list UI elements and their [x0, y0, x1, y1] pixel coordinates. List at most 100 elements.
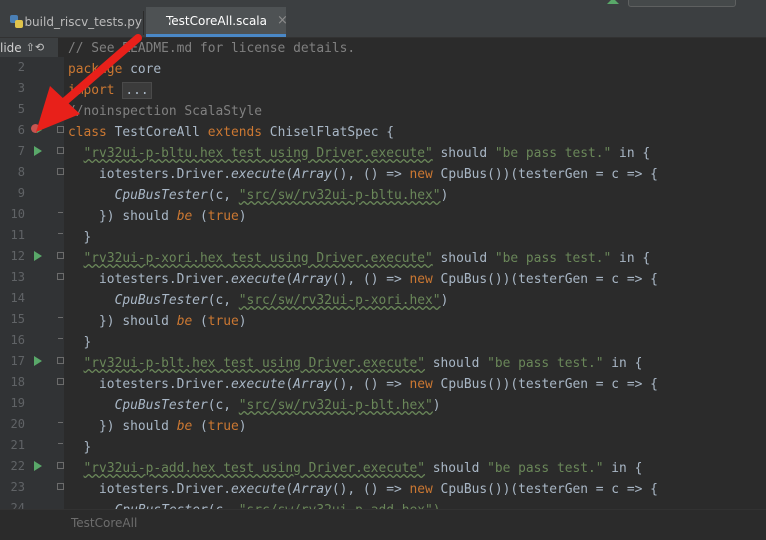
- code-token: (: [285, 377, 294, 392]
- code-text: ChiselFlatSpec {: [262, 125, 394, 140]
- code-line-1: // See README.md for license details.: [68, 38, 355, 59]
- tester-line: CpuBusTester(c, "src/sw/rv32ui-p-bltu.he…: [68, 185, 449, 206]
- fold-marker-icon[interactable]: [57, 378, 64, 385]
- hide-button[interactable]: lide ⇧⟲: [0, 38, 58, 58]
- code-token: ): [238, 209, 247, 224]
- code-token: (: [192, 314, 208, 329]
- line-number: 16: [10, 333, 25, 347]
- run-test-icon[interactable]: [34, 146, 42, 156]
- keyword: true: [207, 314, 239, 329]
- keyword: import: [68, 83, 115, 98]
- line-number: 6: [17, 123, 25, 137]
- gutter-row: 14: [0, 288, 64, 309]
- code-editor[interactable]: // See README.md for license details. pa…: [64, 38, 766, 518]
- code-token: (: [192, 419, 208, 434]
- line-number-gutter: 2 3 5 6 7 8 9 10 11 12 13 14 15 16 17 18 19 20 21 22 23 24: [0, 57, 64, 515]
- restore-icon: ⇧⟲: [25, 41, 45, 54]
- python-file-icon: [10, 15, 23, 29]
- tab-test-core-all[interactable]: TestCoreAll.scala ×: [146, 7, 288, 37]
- test-header-line: "rv32ui-p-add.hex test using Driver.exec…: [68, 458, 643, 479]
- fold-end-marker: [58, 233, 63, 234]
- fold-marker-icon[interactable]: [57, 462, 64, 469]
- line-number: 12: [10, 249, 25, 263]
- file-path-string: "src/sw/rv32ui-p-xori.hex": [238, 293, 441, 308]
- code-token: ): [440, 293, 449, 308]
- gutter-row: 9: [0, 183, 64, 204]
- type-name: Array: [293, 482, 332, 497]
- tab-build-riscv-tests[interactable]: build_riscv_tests.py: [0, 7, 142, 37]
- should-be-true-line: }) should be (true): [68, 311, 247, 332]
- gutter-row: 6: [0, 120, 64, 141]
- keyword: package: [68, 62, 123, 77]
- fold-end-marker: [58, 338, 63, 339]
- vertical-scrollbar[interactable]: [758, 38, 766, 509]
- fold-marker-icon[interactable]: [57, 357, 64, 364]
- breadcrumb[interactable]: TestCoreAll: [71, 516, 137, 530]
- run-test-icon[interactable]: [34, 251, 42, 261]
- fold-marker-icon[interactable]: [57, 483, 64, 490]
- gutter-row: 7: [0, 141, 64, 162]
- test-header-line: "rv32ui-p-xori.hex test using Driver.exe…: [68, 248, 651, 269]
- fold-marker-icon[interactable]: [57, 126, 64, 133]
- code-token: in {: [611, 251, 651, 266]
- gutter-row: 23: [0, 477, 64, 498]
- run-class-icon[interactable]: [31, 124, 42, 133]
- class-name: TestCoreAll: [106, 125, 208, 140]
- keyword: true: [207, 209, 239, 224]
- string-literal: "be pass test.": [487, 461, 604, 476]
- keyword: new: [409, 482, 433, 497]
- keyword: new: [409, 377, 433, 392]
- keyword: extends: [207, 125, 263, 140]
- run-test-icon[interactable]: [34, 461, 42, 471]
- fold-marker-icon[interactable]: [57, 252, 64, 259]
- keyword-should: should: [425, 461, 488, 476]
- line-number: 23: [10, 480, 25, 494]
- test-header-line: "rv32ui-p-bltu.hex test using Driver.exe…: [68, 143, 651, 164]
- method-call: execute: [230, 272, 286, 287]
- line-number: 20: [10, 417, 25, 431]
- gutter-row: 2: [0, 57, 64, 78]
- code-token: in {: [611, 146, 651, 161]
- gutter-row: 15: [0, 309, 64, 330]
- run-configuration-combo[interactable]: [628, 0, 736, 7]
- gutter-row: 3: [0, 78, 64, 99]
- package-name: core: [122, 62, 162, 77]
- run-toolbar-icon[interactable]: [607, 0, 619, 4]
- run-test-icon[interactable]: [34, 356, 42, 366]
- gutter-row: 17: [0, 351, 64, 372]
- should-be-true-line: }) should be (true): [68, 416, 247, 437]
- string-literal: "be pass test.": [494, 146, 612, 161]
- tab-label: build_riscv_tests.py: [24, 15, 142, 29]
- fold-marker-icon[interactable]: [57, 147, 64, 154]
- code-token: (c,: [207, 293, 239, 308]
- comment: // See README.md for license details.: [68, 41, 356, 56]
- fold-end-marker: [58, 317, 63, 318]
- fold-end-marker: [58, 422, 63, 423]
- test-description-string: "rv32ui-p-xori.hex test using Driver.exe…: [83, 251, 433, 266]
- fold-marker-icon[interactable]: [57, 273, 64, 280]
- line-number: 14: [10, 291, 25, 305]
- code-token: CpuBus())(testerGen = c => {: [432, 167, 658, 182]
- line-number: 5: [17, 102, 25, 116]
- tab-separator: [143, 11, 144, 35]
- code-token: ): [432, 398, 441, 413]
- keyword: be: [176, 314, 193, 329]
- gutter-row: 22: [0, 456, 64, 477]
- code-token: (: [285, 482, 294, 497]
- type-name: Array: [293, 167, 332, 182]
- fold-end-marker: [58, 212, 63, 213]
- folded-imports[interactable]: ...: [122, 82, 152, 99]
- code-line-3: import ...: [68, 80, 152, 101]
- code-token: iotesters.Driver.: [99, 167, 231, 182]
- keyword-should: should: [425, 356, 488, 371]
- code-token: in {: [603, 461, 643, 476]
- code-token: (), () =>: [331, 482, 410, 497]
- code-token: (: [285, 167, 294, 182]
- fold-marker-icon[interactable]: [57, 168, 64, 175]
- keyword-should: should: [122, 419, 169, 434]
- driver-execute-line: iotesters.Driver.execute(Array(), () => …: [68, 164, 658, 185]
- close-icon[interactable]: ×: [277, 13, 288, 28]
- line-number: 11: [10, 228, 25, 242]
- line-number: 21: [10, 438, 25, 452]
